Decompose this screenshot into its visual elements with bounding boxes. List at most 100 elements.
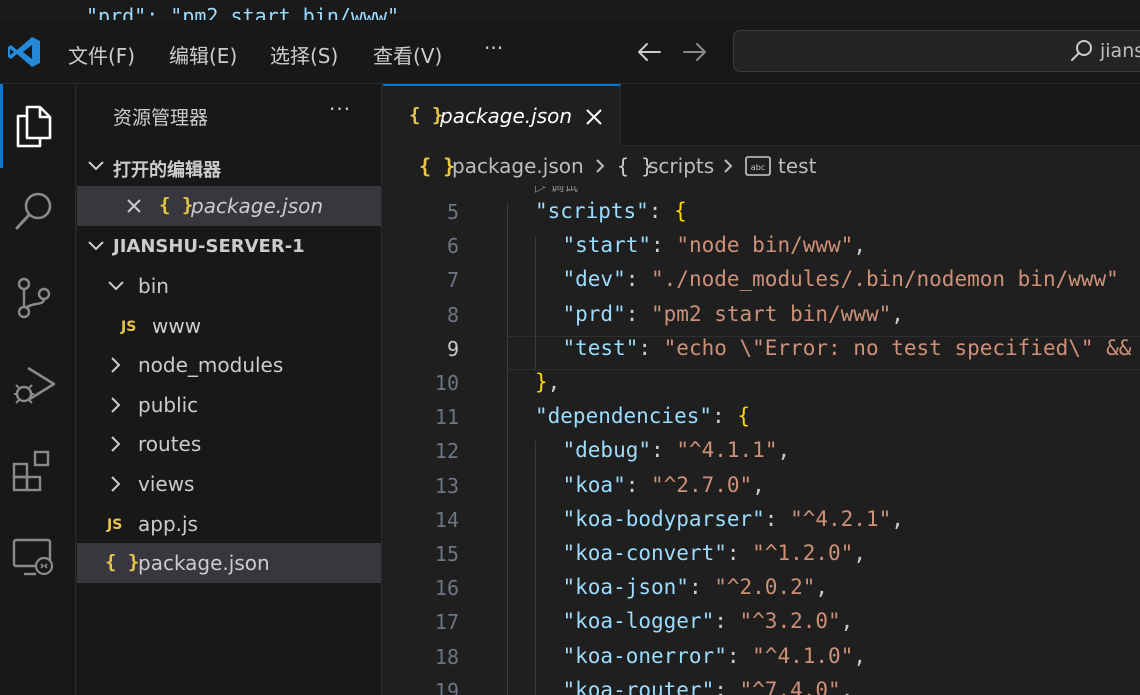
breadcrumb-test[interactable]: test <box>778 154 816 178</box>
line-number: 11 <box>434 405 459 430</box>
breadcrumb-scripts[interactable]: scripts <box>648 154 714 178</box>
tab-package-json[interactable]: { } package.json <box>383 84 621 146</box>
line-number: 15 <box>434 542 459 566</box>
code-line: "debug": "^4.1.1", <box>563 438 791 462</box>
chevron-down-icon <box>88 241 104 251</box>
code-token: , <box>815 575 829 600</box>
breadcrumb-file[interactable]: package.json <box>452 154 584 178</box>
code-token: "koa-logger" <box>562 609 715 634</box>
explorer-sidebar: 资源管理器 ··· 打开的编辑器 { } package.json JIANSH… <box>77 84 382 695</box>
code-token: , <box>547 370 561 394</box>
tree-item-label: node_modules <box>138 353 284 377</box>
open-editor-item[interactable]: { } package.json <box>77 186 381 226</box>
search-view-icon[interactable] <box>10 188 58 236</box>
tree-item-label: views <box>138 472 195 496</box>
code-token: "debug" <box>562 438 652 463</box>
explorer-title: 资源管理器 <box>113 107 209 129</box>
line-number: 18 <box>434 644 459 669</box>
tree-item-node-modules[interactable]: node_modules <box>77 345 381 385</box>
code-token: , <box>853 643 866 668</box>
tree-item-public[interactable]: public <box>77 385 381 425</box>
bleed-text: "prd": "pm2 start bin/www" <box>86 4 400 20</box>
code-line: "koa-router": "^7.4.0", <box>563 678 854 695</box>
code-token: "^4.1.0" <box>752 643 854 668</box>
debug-codelens[interactable]: ▷ 调试 <box>535 186 578 196</box>
open-editor-label: package.json <box>191 194 324 218</box>
search-icon <box>1071 40 1092 61</box>
code-token: , <box>891 506 904 531</box>
line-number: 10 <box>434 371 459 395</box>
extensions-icon[interactable] <box>10 446 58 494</box>
line-number: 14 <box>434 507 459 532</box>
run-debug-icon[interactable] <box>10 360 58 408</box>
close-icon[interactable] <box>125 197 143 215</box>
code-token: : <box>726 643 753 668</box>
code-token: "scripts" <box>535 199 649 223</box>
indent-guide <box>535 441 536 695</box>
code-line: "koa-convert": "^1.2.0", <box>563 541 866 565</box>
code-token: : <box>714 677 740 695</box>
code-token: : <box>651 438 677 463</box>
remote-explorer-icon[interactable] <box>10 534 58 582</box>
close-icon[interactable] <box>583 106 605 128</box>
explorer-more-actions[interactable]: ··· <box>329 97 351 121</box>
line-number: 8 <box>446 302 459 327</box>
menu-file[interactable]: 文件(F) <box>68 40 135 69</box>
code-line: }, <box>535 370 560 394</box>
tree-item-bin[interactable]: bin <box>77 266 381 306</box>
code-token: "dev" <box>562 267 626 292</box>
code-token: , <box>840 677 854 695</box>
code-token: : <box>688 575 715 600</box>
code-line: "koa-json": "^2.0.2", <box>563 575 829 599</box>
title-bar: 文件(F) 编辑(E) 选择(S) 查看(V) ··· jians <box>0 20 1140 84</box>
tree-item-app-js[interactable]: JS app.js <box>77 504 381 544</box>
line-number: 9 <box>446 336 459 361</box>
code-token: : <box>648 199 675 223</box>
code-token: : <box>726 541 753 565</box>
code-editor[interactable]: ▷ 调试 5 "scripts": {6 "start": "node bin/ww… <box>383 186 1140 695</box>
code-line: "test": "echo \"Error: no test specified… <box>563 336 1140 360</box>
tree-item-www[interactable]: JS www <box>77 306 381 346</box>
code-token: "prd" <box>562 301 626 326</box>
code-token: } <box>535 370 548 394</box>
open-editors-section[interactable]: 打开的编辑器 <box>77 146 381 186</box>
tree-item-label: bin <box>138 274 169 298</box>
code-line: "koa-logger": "^3.2.0", <box>563 609 854 633</box>
line-number: 6 <box>446 234 459 259</box>
chevron-down-icon <box>88 161 104 171</box>
menu-more[interactable]: ··· <box>484 36 503 60</box>
menu-select[interactable]: 选择(S) <box>270 40 338 69</box>
code-token: , <box>853 541 866 565</box>
code-line: "dependencies": { <box>535 404 750 428</box>
code-line: "dev": "./node_modules/.bin/nodemon bin/… <box>563 267 1119 291</box>
chevron-right-icon <box>111 397 121 413</box>
code-token: "koa-json" <box>562 575 689 600</box>
code-token: : <box>625 472 652 497</box>
chevron-right-icon <box>724 159 733 173</box>
source-control-icon[interactable] <box>10 274 58 322</box>
arrow-left-icon[interactable] <box>634 37 664 67</box>
tree-item-label: public <box>138 393 199 417</box>
chevron-right-icon <box>111 436 121 452</box>
tree-item-routes[interactable]: routes <box>77 424 381 464</box>
code-token: : <box>712 404 738 429</box>
json-file-icon: { } <box>105 551 140 573</box>
menu-edit[interactable]: 编辑(E) <box>169 40 237 69</box>
indent-guide <box>507 202 508 695</box>
project-section[interactable]: JIANSHU-SERVER-1 <box>77 226 381 266</box>
tree-item-label: routes <box>138 432 202 456</box>
tree-item-package-json[interactable]: { } package.json <box>77 543 381 583</box>
command-center-search[interactable]: jians <box>733 30 1140 72</box>
arrow-right-icon[interactable] <box>680 37 710 67</box>
code-token: , <box>891 301 904 326</box>
explorer-icon[interactable] <box>10 102 58 150</box>
svg-text:abc: abc <box>751 163 765 172</box>
chevron-right-icon <box>111 476 121 492</box>
line-number: 17 <box>434 610 459 635</box>
tree-item-views[interactable]: views <box>77 464 381 504</box>
code-token: "koa" <box>562 472 626 497</box>
menu-view[interactable]: 查看(V) <box>373 40 442 69</box>
code-token: "test" <box>562 335 639 360</box>
search-text: jians <box>1100 40 1140 62</box>
breadcrumb: { } package.json { } scripts abc test <box>383 146 1140 186</box>
